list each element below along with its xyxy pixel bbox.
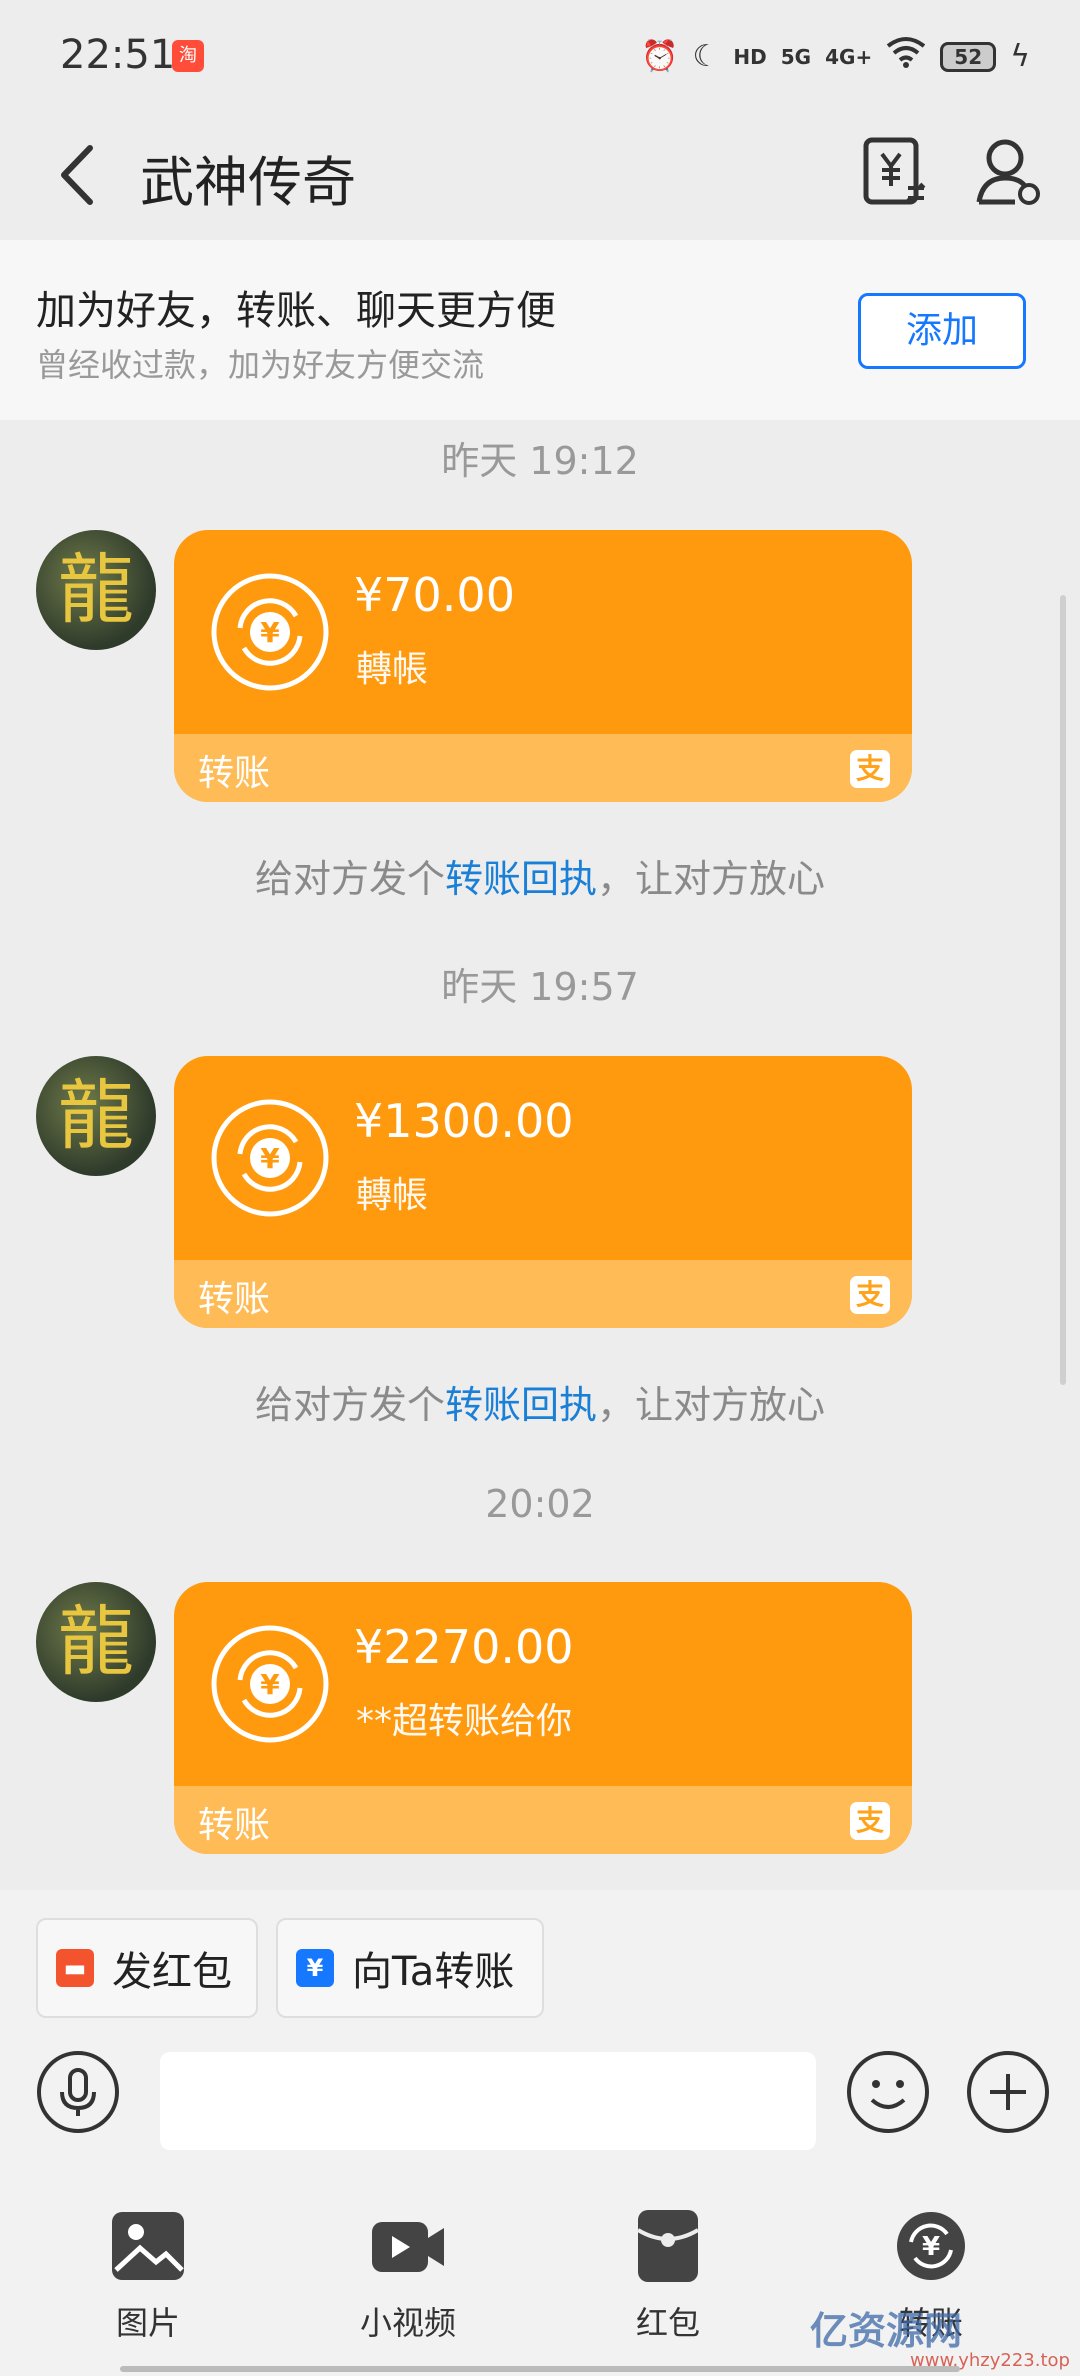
message-input[interactable] (160, 2052, 816, 2150)
receipt-hint-prefix: 给对方发个 (254, 857, 445, 901)
tool-label: 红包 (635, 2304, 700, 2342)
home-indicator[interactable] (120, 2366, 960, 2372)
transfer-note: **超转账给你 (356, 1701, 573, 1742)
alipay-icon: 支 (850, 1802, 890, 1840)
svg-text:龍: 龍 (58, 545, 134, 634)
transfer-to-button[interactable]: ¥ 向Ta转账 (276, 1918, 544, 2018)
tool-red-packet[interactable]: 红包 (588, 2208, 748, 2358)
taobao-notification-icon: 淘 (172, 40, 204, 72)
transfer-card[interactable]: ¥ ¥70.00 轉帳 转账 支 (174, 530, 912, 802)
alipay-icon: 支 (850, 750, 890, 788)
transfer-card[interactable]: ¥ ¥2270.00 **超转账给你 转账 支 (174, 1582, 912, 1854)
hd-indicator: HD (733, 44, 767, 69)
timestamp: 昨天 19:57 (441, 965, 639, 1009)
wifi-icon (886, 36, 926, 77)
tool-label: 小视频 (359, 2304, 456, 2342)
avatar[interactable]: 龍 (36, 1582, 156, 1702)
transfer-amount: ¥70.00 (354, 568, 515, 622)
transfer-icon: ¥ (897, 2212, 965, 2280)
tool-video[interactable]: 小视频 (328, 2208, 488, 2358)
receipt-hint: 给对方发个转账回执，让对方放心 (0, 848, 1080, 903)
card-footer-label: 转账 (198, 1805, 271, 1846)
timestamp: 20:02 (485, 1482, 595, 1526)
svg-text:龍: 龍 (58, 1071, 134, 1160)
add-friend-banner: 加为好友，转账、聊天更方便 曾经收过款，加为好友方便交流 添加 (0, 240, 1080, 420)
red-packet-icon: ▬ (56, 1949, 94, 1987)
image-icon (112, 2212, 184, 2280)
red-packet-label: 发红包 (112, 1949, 232, 1995)
back-icon[interactable] (50, 140, 110, 210)
alarm-icon: ⏰ (641, 38, 679, 74)
profile-icon[interactable] (975, 136, 1043, 208)
tool-label: 图片 (115, 2304, 180, 2342)
signal-5g-indicator: 5G (780, 44, 812, 69)
receipt-hint: 给对方发个转账回执，让对方放心 (0, 1374, 1080, 1429)
transfer-note: 轉帳 (356, 649, 429, 690)
status-time: 22:51 (60, 32, 176, 78)
card-footer-label: 转账 (198, 1279, 271, 1320)
battery-icon: 52 (940, 41, 997, 72)
receipt-hint-prefix: 给对方发个 (254, 1383, 445, 1427)
receipt-hint-suffix: ，让对方放心 (597, 857, 826, 901)
receipt-link[interactable]: 转账回执 (445, 857, 597, 901)
charging-icon: ϟ (1010, 38, 1030, 74)
transfer-coin-icon: ¥ (211, 573, 329, 691)
svg-text:龍: 龍 (58, 1597, 134, 1686)
transfer-to-label: 向Ta转账 (352, 1949, 515, 1995)
moon-icon: ☾ (692, 38, 720, 74)
chat-scrollbar[interactable] (1060, 595, 1066, 1385)
transfer-icon: ¥ (296, 1949, 334, 1987)
svg-text:¥: ¥ (260, 616, 280, 649)
add-friend-button[interactable]: 添加 (858, 293, 1026, 369)
transfer-amount: ¥1300.00 (354, 1094, 574, 1148)
tool-image[interactable]: 图片 (68, 2208, 228, 2358)
timestamp: 昨天 19:12 (441, 439, 639, 483)
transfer-amount: ¥2270.00 (354, 1620, 574, 1674)
watermark-text: 亿资源网 (810, 2309, 963, 2353)
avatar[interactable]: 龍 (36, 530, 156, 650)
chat-messages: 昨天 19:12 龍 ¥ ¥70.00 轉帳 转账 支 给对方发个转账回执，让对… (0, 420, 1080, 1890)
page-title: 武神传奇 (140, 151, 356, 214)
banner-subtitle: 曾经收过款，加为好友方便交流 (36, 346, 485, 384)
card-footer: 转账 支 (174, 1260, 912, 1328)
signal-4g-indicator: 4G+ (825, 44, 873, 69)
svg-text:¥: ¥ (922, 2232, 940, 2262)
card-footer-label: 转账 (198, 753, 271, 794)
transfer-note: 轉帳 (356, 1175, 429, 1216)
svg-text:¥: ¥ (260, 1668, 280, 1701)
status-icons: ⏰ ☾ HD 5G 4G+ 52 ϟ (641, 36, 1030, 77)
alipay-icon: 支 (850, 1276, 890, 1314)
avatar[interactable]: 龍 (36, 1056, 156, 1176)
banner-title: 加为好友，转账、聊天更方便 (36, 288, 556, 334)
svg-text:¥: ¥ (260, 1142, 280, 1175)
transfer-record-icon[interactable] (860, 134, 930, 210)
card-footer: 转账 支 (174, 1786, 912, 1854)
transfer-coin-icon: ¥ (211, 1625, 329, 1743)
receipt-link[interactable]: 转账回执 (445, 1383, 597, 1427)
receipt-hint-suffix: ，让对方放心 (597, 1383, 826, 1427)
status-bar: 22:51 淘 ⏰ ☾ HD 5G 4G+ 52 ϟ (0, 0, 1080, 110)
send-red-packet-button[interactable]: ▬ 发红包 (36, 1918, 258, 2018)
more-actions-button[interactable] (966, 2050, 1050, 2134)
voice-input-button[interactable] (36, 2050, 120, 2134)
chat-header: 武神传奇 (0, 110, 1080, 240)
emoji-button[interactable] (846, 2050, 930, 2134)
transfer-coin-icon: ¥ (211, 1099, 329, 1217)
video-icon (372, 2222, 444, 2272)
red-packet-icon (636, 2210, 700, 2282)
transfer-card[interactable]: ¥ ¥1300.00 轉帳 转账 支 (174, 1056, 912, 1328)
card-footer: 转账 支 (174, 734, 912, 802)
